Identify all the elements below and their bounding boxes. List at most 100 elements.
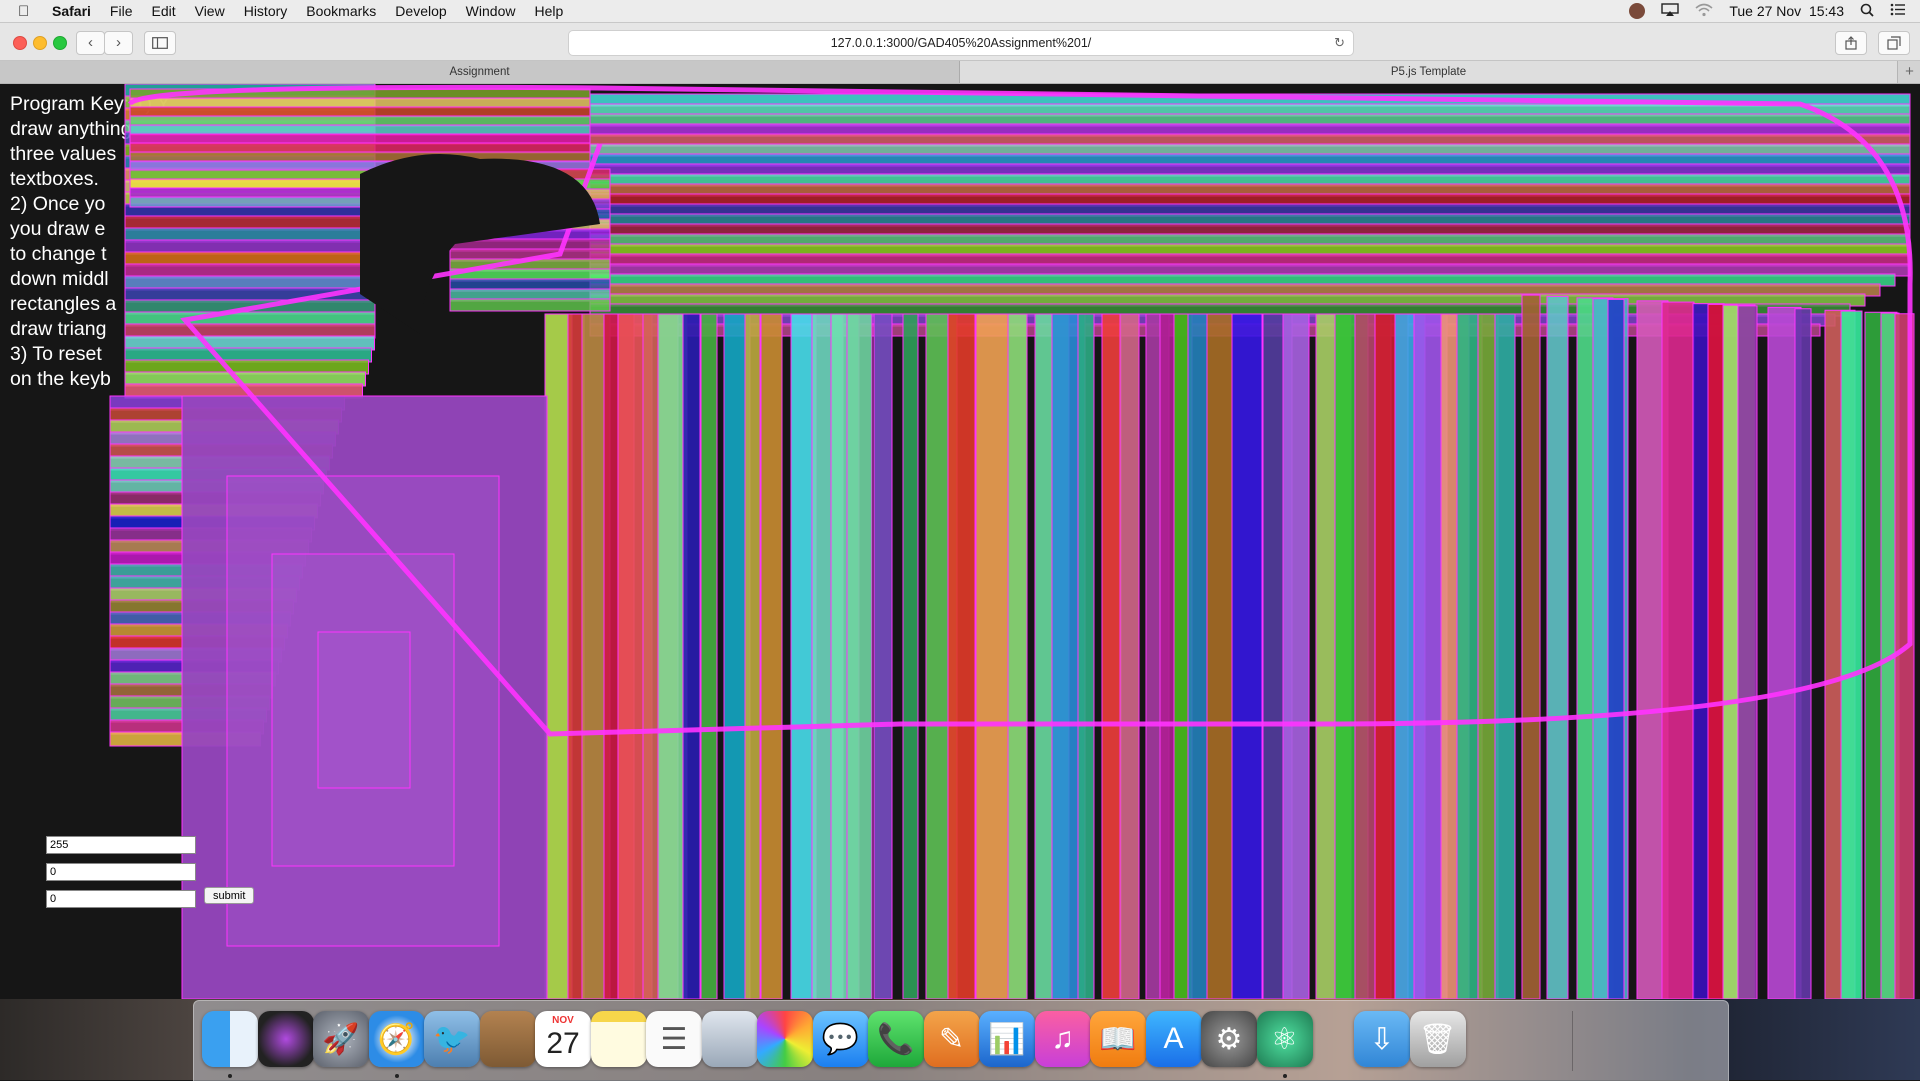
drawn-rectangle (449, 298, 611, 312)
green-value-input[interactable] (46, 863, 196, 881)
menu-file[interactable]: File (110, 3, 133, 19)
app-store-icon[interactable]: A (1145, 1011, 1202, 1067)
new-tab-button[interactable]: + (1897, 61, 1920, 83)
airplay-icon[interactable] (1661, 2, 1680, 20)
menu-edit[interactable]: Edit (151, 3, 175, 19)
trash-icon[interactable]: 🗑 (1409, 1011, 1466, 1067)
menu-develop[interactable]: Develop (395, 3, 446, 19)
downloads-icon[interactable]: ⇩ (1354, 1011, 1410, 1067)
fullscreen-window-button[interactable] (53, 36, 67, 50)
drawn-rectangle (682, 313, 701, 999)
drawn-rectangle (1546, 295, 1569, 999)
menu-bar:  Safari File Edit View History Bookmark… (0, 0, 1920, 23)
tab-p5js-template[interactable]: P5.js Template (960, 61, 1897, 83)
drawn-rectangle (1661, 301, 1695, 999)
show-tabs-button[interactable] (1878, 31, 1910, 55)
drawn-rectangle (1521, 294, 1541, 999)
forward-button[interactable]: › (104, 31, 133, 55)
url-text[interactable]: 127.0.0.1:3000/GAD405%20Assignment%201/ (831, 36, 1092, 50)
sidebar-toggle-button[interactable] (144, 31, 176, 55)
submit-button[interactable]: submit (204, 887, 255, 904)
apple-icon[interactable]:  (18, 3, 38, 20)
drawn-rectangle (1007, 313, 1028, 999)
notes-icon[interactable] (590, 1011, 647, 1067)
facetime-icon[interactable]: 📞 (868, 1011, 924, 1067)
clock[interactable]: Tue 27 Nov 15:43 (1729, 3, 1844, 19)
red-value-input[interactable] (46, 836, 196, 854)
drawn-rectangle (1077, 313, 1095, 999)
keynote-icon[interactable]: 📊 (979, 1011, 1035, 1067)
sidebar-icon (152, 37, 168, 49)
running-indicator (1282, 1074, 1287, 1078)
running-indicator (394, 1074, 399, 1078)
spotlight-icon[interactable] (1860, 3, 1874, 20)
drawn-rectangle (902, 313, 919, 999)
drawn-rectangle (975, 313, 1009, 999)
itunes-icon[interactable]: ♫ (1034, 1011, 1091, 1067)
user-avatar-icon[interactable] (1629, 3, 1646, 19)
drawing-canvas[interactable] (0, 84, 1920, 999)
calendar-day: 27 (546, 1027, 580, 1060)
chevron-right-icon: › (116, 34, 121, 51)
nested-rectangle (317, 631, 411, 789)
drawn-rectangle (846, 313, 873, 999)
drawn-rectangle (1282, 313, 1310, 999)
chevron-left-icon: ‹ (88, 34, 93, 51)
page-content: Program Key: 1) Y draw anything three va… (0, 84, 1920, 999)
drawn-rectangle (1494, 313, 1516, 999)
drawn-rectangle (744, 313, 761, 999)
system-preferences-icon[interactable]: ⚙ (1201, 1011, 1257, 1067)
wifi-icon[interactable] (1695, 3, 1713, 20)
browser-toolbar: ‹ › 127.0.0.1:3000/GAD405%20Assignment%2… (0, 23, 1920, 61)
menu-view[interactable]: View (195, 3, 225, 19)
drawn-rectangle (1119, 313, 1140, 999)
messages-icon[interactable]: 💬 (812, 1011, 869, 1067)
reminders-icon[interactable]: ☰ (646, 1011, 702, 1067)
drawn-rectangle (760, 313, 783, 999)
preview-icon[interactable] (701, 1011, 758, 1067)
siri-icon[interactable] (257, 1011, 314, 1067)
drawn-rectangle (700, 313, 718, 999)
drawn-rectangle (1187, 313, 1208, 999)
back-button[interactable]: ‹ (76, 31, 105, 55)
reload-icon[interactable]: ↻ (1334, 31, 1345, 55)
menu-history[interactable]: History (244, 3, 288, 19)
finder-icon[interactable] (202, 1011, 258, 1067)
menu-app-name[interactable]: Safari (52, 3, 91, 19)
dock-separator (1572, 1011, 1573, 1071)
drawn-rectangle (947, 313, 976, 999)
drawn-rectangle (1607, 298, 1625, 999)
color-inputs (46, 836, 196, 917)
notification-center-icon[interactable] (1890, 3, 1906, 19)
drawn-rectangle (1231, 313, 1263, 999)
share-icon (1845, 36, 1857, 50)
address-bar[interactable]: 127.0.0.1:3000/GAD405%20Assignment%201/ … (568, 30, 1354, 56)
launchpad-icon[interactable]: 🚀 (313, 1011, 369, 1067)
drawn-rectangle (1206, 313, 1233, 999)
tab-bar: Assignment P5.js Template + (0, 61, 1920, 84)
close-window-button[interactable] (13, 36, 27, 50)
contacts-icon[interactable] (479, 1011, 536, 1067)
drawn-rectangle (873, 313, 893, 999)
drawn-rectangle (1794, 308, 1812, 999)
menu-window[interactable]: Window (466, 3, 516, 19)
blue-value-input[interactable] (46, 890, 196, 908)
share-button[interactable] (1835, 31, 1867, 55)
minimize-window-button[interactable] (33, 36, 47, 50)
menu-help[interactable]: Help (534, 3, 563, 19)
mail-icon[interactable]: 🐦 (424, 1011, 480, 1067)
tabs-icon (1887, 36, 1901, 50)
drawn-rectangle (1737, 305, 1758, 999)
photos-icon[interactable] (757, 1011, 813, 1067)
atom-icon[interactable]: ⚛ (1256, 1011, 1313, 1067)
tab-assignment[interactable]: Assignment (0, 61, 960, 83)
drawn-rectangle (1840, 310, 1863, 999)
calendar-month: NOV (552, 1015, 574, 1026)
ibooks-icon[interactable]: 📖 (1090, 1011, 1146, 1067)
plus-icon: + (1905, 63, 1914, 80)
safari-icon[interactable]: 🧭 (368, 1011, 425, 1067)
running-indicator (228, 1074, 232, 1078)
calendar-icon[interactable]: NOV 27 (535, 1011, 591, 1067)
pages-icon[interactable]: ✎ (923, 1011, 980, 1067)
menu-bookmarks[interactable]: Bookmarks (306, 3, 376, 19)
